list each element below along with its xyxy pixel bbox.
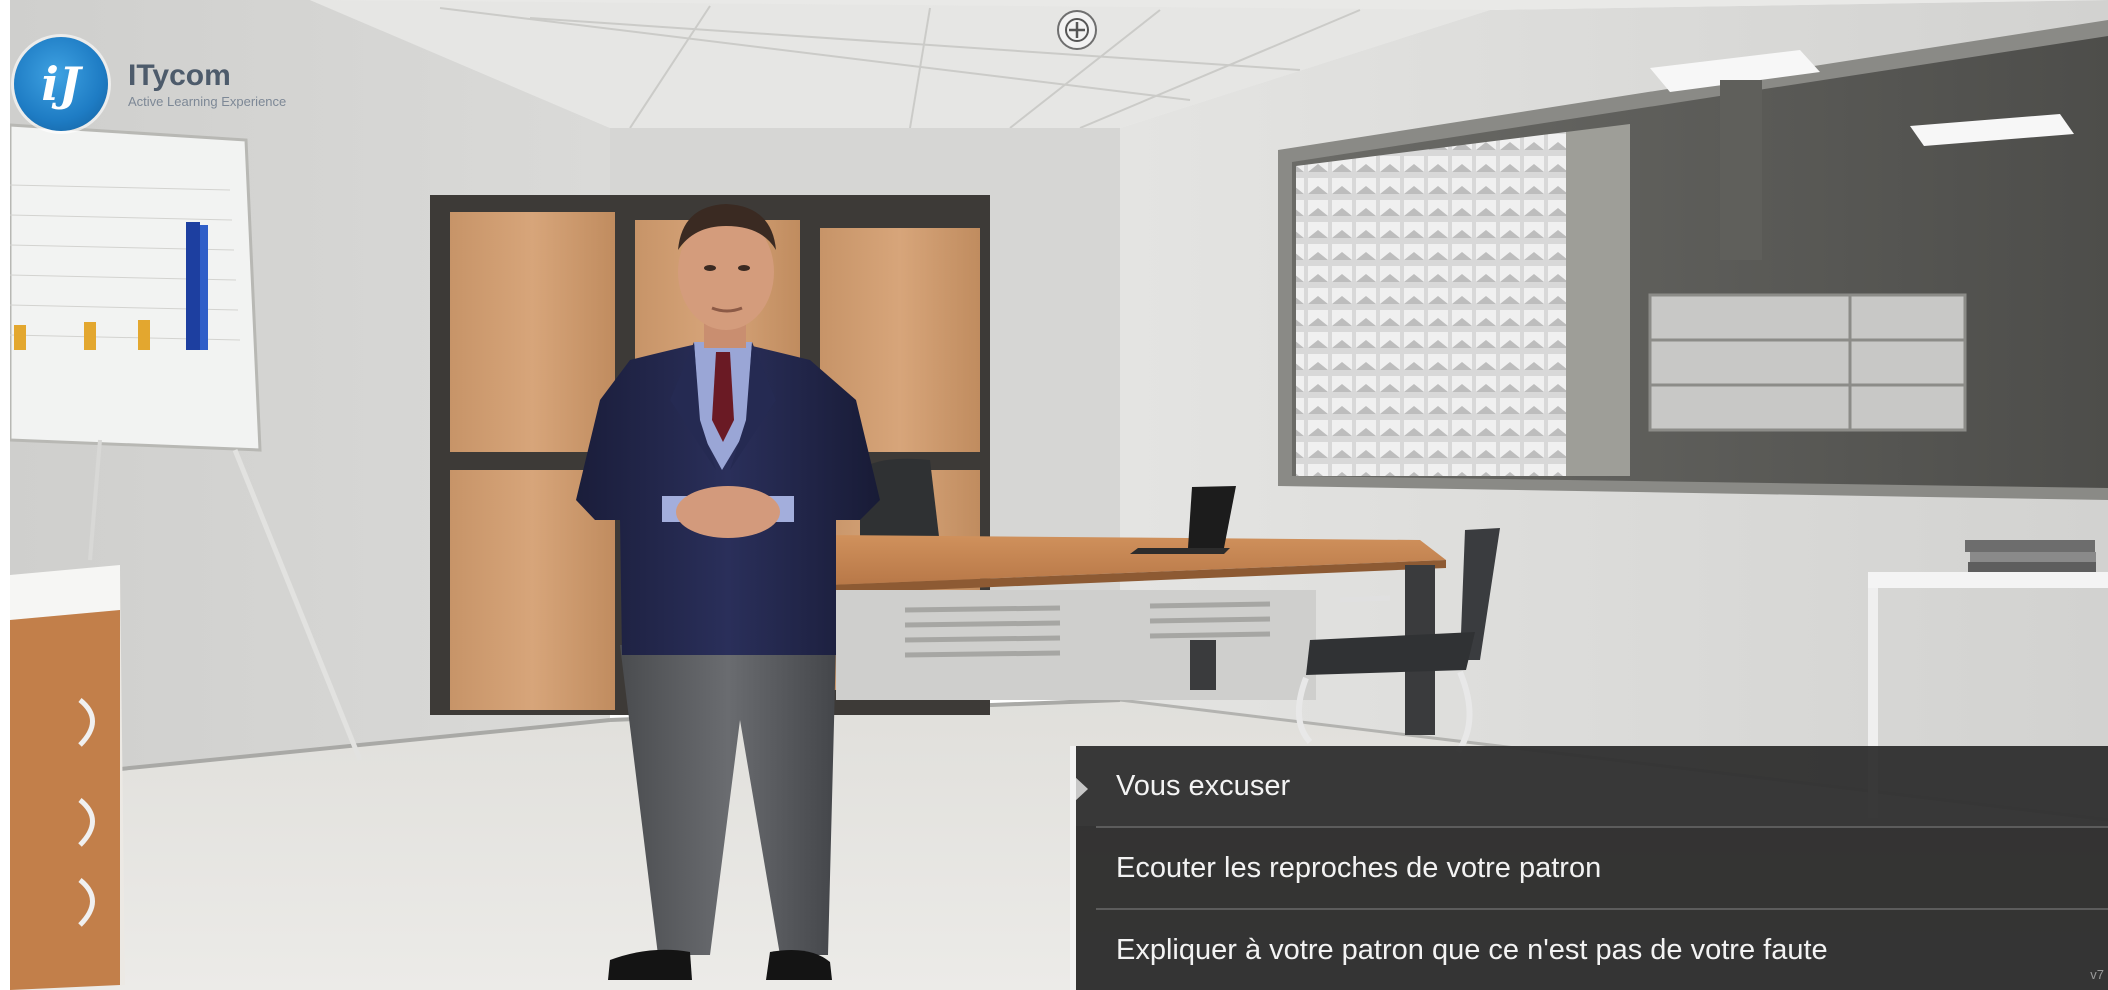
brand-text: ITycom Active Learning Experience (128, 58, 287, 109)
choice-label: Ecouter les reproches de votre patron (1116, 851, 1602, 884)
version-label: v7 (2090, 967, 2104, 982)
choice-listen-reproaches[interactable]: Ecouter les reproches de votre patron (1076, 828, 2108, 908)
expand-icon (1065, 18, 1089, 42)
choice-label: Expliquer à votre patron que ce n'est pa… (1116, 933, 1828, 966)
choice-explain-not-your-fault[interactable]: Expliquer à votre patron que ce n'est pa… (1076, 910, 2108, 990)
simulation-viewport: iJ ITycom Active Learning Experience Vou… (10, 0, 2108, 990)
choice-label: Vous excuser (1116, 769, 1291, 802)
brand-tagline: Active Learning Experience (128, 93, 287, 109)
dialogue-choice-panel: Vous excuser Ecouter les reproches de vo… (1070, 746, 2108, 990)
brand-name: ITycom (128, 58, 231, 92)
brand-logo-icon: iJ (14, 37, 108, 131)
choice-apologize[interactable]: Vous excuser (1076, 746, 2108, 826)
brand-logo: iJ ITycom Active Learning Experience (14, 37, 287, 131)
expand-button[interactable] (1057, 10, 1097, 50)
